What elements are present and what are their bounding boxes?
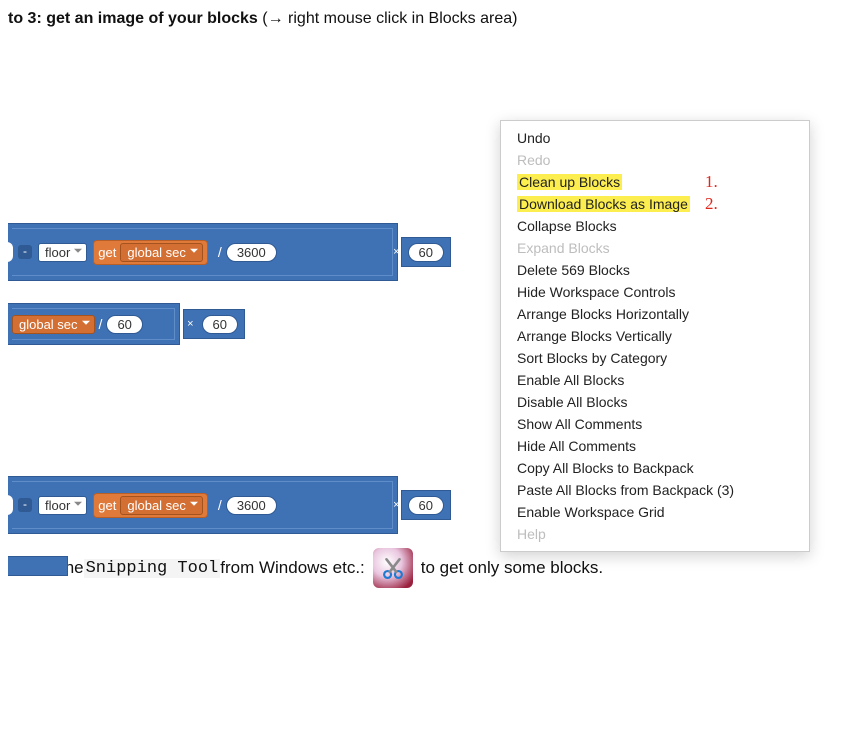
number-60[interactable]: 60 [106,315,142,334]
divide-label: / [218,497,222,513]
menu-item-paste-backpack[interactable]: Paste All Blocks from Backpack (3) [501,479,809,501]
block-tail[interactable]: × 60 [183,309,245,339]
get-block[interactable]: get global sec [93,240,208,265]
menu-item-help: Help [501,523,809,545]
heading-bold: to 3: get an image of your blocks [8,10,258,27]
menu-item-delete[interactable]: Delete 569 Blocks [501,259,809,281]
menu-item-enable-grid[interactable]: Enable Workspace Grid [501,501,809,523]
snipping-tool-icon [373,548,413,588]
minus-icon[interactable]: - [18,498,32,512]
get-label: get [98,498,116,513]
menu-item-arrange-horiz[interactable]: Arrange Blocks Horizontally [501,303,809,325]
multiply-icon: × [393,246,399,258]
global-sec-dropdown[interactable]: global sec [120,496,203,515]
instruction-heading: to 3: get an image of your blocks (→ rig… [8,10,844,28]
menu-item-expand: Expand Blocks [501,237,809,259]
block-notch [7,242,13,262]
annotation-2: 2. [705,194,718,214]
heading-subtext: (→ right mouse click in Blocks area) [258,10,518,27]
number-60[interactable]: 60 [408,243,444,262]
menu-item-sort[interactable]: Sort Blocks by Category [501,347,809,369]
get-label: get [98,245,116,260]
menu-item-hide-comments[interactable]: Hide All Comments [501,435,809,457]
block-notch [7,495,13,515]
floor-dropdown[interactable]: floor [38,243,87,262]
footer-post: to get only some blocks. [421,558,603,578]
global-sec-dropdown[interactable]: global sec [120,243,203,262]
get-block[interactable]: get global sec [93,493,208,518]
menu-item-arrange-vert[interactable]: Arrange Blocks Vertically [501,325,809,347]
menu-item-cleanup[interactable]: Clean up Blocks [517,174,622,190]
menu-item-collapse[interactable]: Collapse Blocks [501,215,809,237]
menu-item-download-image[interactable]: Download Blocks as Image [517,196,690,212]
menu-item-disable-all[interactable]: Disable All Blocks [501,391,809,413]
menu-item-redo: Redo [501,149,809,171]
divide-label: / [218,244,222,260]
menu-item-enable-all[interactable]: Enable All Blocks [501,369,809,391]
block-stub[interactable] [8,556,68,576]
block-row-floor-3600-dup[interactable]: - floor get global sec / 3600 × 60 [8,476,398,534]
annotation-1: 1. [705,172,718,192]
number-3600[interactable]: 3600 [226,243,277,262]
multiply-icon: × [393,499,399,511]
blocks-context-menu: Undo Redo Clean up Blocks 1. Download Bl… [500,120,810,552]
menu-item-copy-backpack[interactable]: Copy All Blocks to Backpack [501,457,809,479]
block-row-floor-3600[interactable]: - floor get global sec / 3600 × 60 [8,223,398,281]
divide-label: / [99,316,103,332]
number-3600[interactable]: 3600 [226,496,277,515]
footer-text: or use the Snipping Tool from Windows et… [8,548,844,588]
number-60[interactable]: 60 [202,315,238,334]
number-60[interactable]: 60 [408,496,444,515]
multiply-icon: × [187,318,193,330]
snipping-tool-name: Snipping Tool [84,559,221,578]
minus-icon[interactable]: - [18,245,32,259]
block-tail[interactable]: × 60 [401,490,451,520]
global-sec-dropdown[interactable]: global sec [12,315,95,334]
menu-item-show-comments[interactable]: Show All Comments [501,413,809,435]
footer-mid: from Windows etc.: [220,558,365,578]
menu-item-undo[interactable]: Undo [501,127,809,149]
block-tail[interactable]: × 60 [401,237,451,267]
block-row-globalsec-60[interactable]: global sec / 60 × 60 [8,303,180,345]
menu-item-hide-controls[interactable]: Hide Workspace Controls [501,281,809,303]
floor-dropdown[interactable]: floor [38,496,87,515]
